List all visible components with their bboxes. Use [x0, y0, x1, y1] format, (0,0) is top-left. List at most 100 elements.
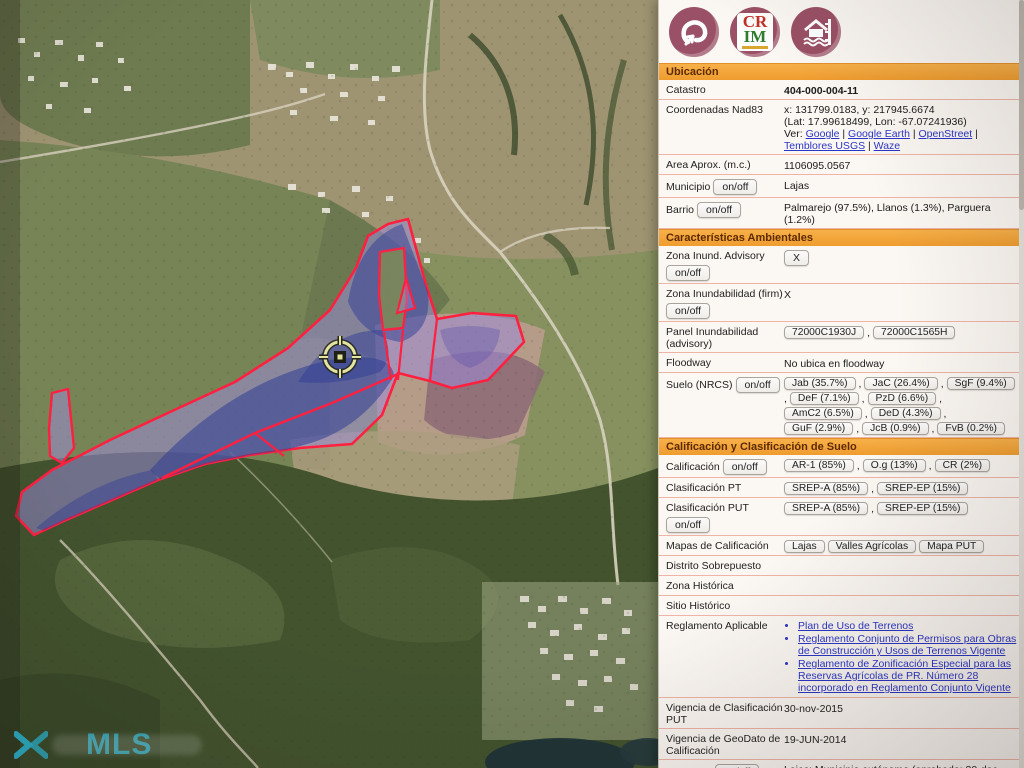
calificacion-code-button[interactable]: O.g (13%)	[863, 459, 926, 472]
crim-im-text: IM	[744, 30, 767, 44]
zona-advisory-x-button[interactable]: X	[784, 250, 809, 266]
external-map-link[interactable]: Temblores USGS	[784, 140, 865, 152]
soil-code-button[interactable]: AmC2 (6.5%)	[784, 407, 862, 420]
coords-latlon: (Lat: 17.99618499, Lon: -67.07241936)	[784, 116, 1018, 128]
row-reglamento: Reglamento Aplicable Plan de Uso de Terr…	[659, 616, 1024, 698]
ver-links: Google | Google Earth | OpenStreet | Tem…	[784, 128, 978, 152]
calificacion-code-button[interactable]: CR (2%)	[935, 459, 990, 472]
clasificacion-put-button[interactable]: SREP-EP (15%)	[877, 502, 968, 515]
soil-code-button[interactable]: DeD (4.3%)	[871, 407, 941, 420]
row-barrio: Barrio on/off Palmarejo (97.5%), Llanos …	[659, 198, 1024, 229]
row-distrito: Distrito Sobrepuesto	[659, 556, 1024, 576]
municipio-toggle-button[interactable]: on/off	[713, 179, 757, 195]
barrio-value: Palmarejo (97.5%), Llanos (1.3%), Pargue…	[784, 200, 1018, 226]
catastro-value: 404-000-004-11	[784, 82, 1018, 97]
suelo-toggle-button[interactable]: on/off	[736, 377, 780, 393]
sitio-historico-label: Sitio Histórico	[666, 598, 784, 612]
zona-advisory-toggle-button[interactable]: on/off	[666, 265, 710, 281]
app-window: MLS CR IM	[0, 0, 1024, 768]
map-document-button[interactable]: Valles Agrícolas	[828, 540, 917, 553]
soil-code-button[interactable]: JcB (0.9%)	[862, 422, 928, 435]
soil-code-button[interactable]: DeF (7.1%)	[790, 392, 859, 405]
barrio-label: Barrio	[666, 204, 694, 216]
vigencia-geodato-label: Vigencia de GeoDato de Calificación	[666, 731, 784, 757]
suelo-label: Suelo (NRCS)	[666, 379, 733, 391]
zona-firm-label: Zona Inundabilidad (firm)	[666, 288, 783, 300]
row-sitio-historico: Sitio Histórico	[659, 596, 1024, 616]
clasificacion-pt-button[interactable]: SREP-A (85%)	[784, 482, 868, 495]
mls-logo-icon	[14, 730, 48, 760]
coords-xy: x: 131799.0183, y: 217945.6674	[784, 104, 1018, 116]
reglamento-links: Plan de Uso de TerrenosReglamento Conjun…	[784, 620, 1018, 694]
reglamento-label: Reglamento Aplicable	[666, 618, 784, 632]
external-map-link[interactable]: OpenStreet	[918, 128, 972, 140]
map-document-button[interactable]: Lajas	[784, 540, 825, 553]
row-floodway: Floodway No ubica en floodway	[659, 353, 1024, 373]
external-map-link[interactable]: Waze	[874, 140, 900, 152]
clasificacion-put-button[interactable]: SREP-A (85%)	[784, 502, 868, 515]
map-canvas[interactable]: MLS	[0, 0, 658, 768]
section-header-ambientales: Características Ambientales	[659, 229, 1024, 246]
floodway-label: Floodway	[666, 355, 784, 369]
reglamento-link[interactable]: Reglamento Conjunto de Permisos para Obr…	[798, 633, 1018, 657]
permits-logo-icon[interactable]	[669, 7, 719, 57]
flood-panel-button[interactable]: 72000C1930J	[784, 326, 864, 339]
row-vigencia-put: Vigencia de Clasificación PUT 30-nov-201…	[659, 698, 1024, 729]
ver-prefix: Ver:	[784, 128, 803, 140]
clasificacion-put-values: SREP-A (85%) , SREP-EP (15%)	[784, 500, 1018, 515]
soil-code-button[interactable]: GuF (2.9%)	[784, 422, 853, 435]
reglamento-link[interactable]: Plan de Uso de Terrenos	[798, 620, 1018, 632]
soil-code-button[interactable]: JaC (26.4%)	[864, 377, 937, 390]
row-panel-inundabilidad: Panel Inundabilidad (advisory) 72000C193…	[659, 322, 1024, 353]
coordenadas-label: Coordenadas Nad83	[666, 102, 784, 116]
row-mapas: Mapas de Calificación Lajas Valles Agríc…	[659, 536, 1024, 556]
watermark-blur-text	[52, 735, 202, 755]
vigencia-geodato-value: 19-JUN-2014	[784, 731, 1018, 746]
row-municipio: Municipio on/off Lajas	[659, 175, 1024, 198]
row-calificacion: Calificación on/off AR-1 (85%) , O.g (13…	[659, 455, 1024, 478]
info-panel: CR IM Ubicación Catastro 404-000	[658, 0, 1024, 768]
soil-code-button[interactable]: PzD (6.6%)	[868, 392, 937, 405]
area-label: Area Aprox. (m.c.)	[666, 157, 784, 171]
zona-historica-label: Zona Histórica	[666, 578, 784, 592]
row-clasificacion-put: Clasificación PUT on/off SREP-A (85%) , …	[659, 498, 1024, 536]
status-pt-toggle-button[interactable]: on/off	[715, 764, 759, 768]
external-map-link[interactable]: Google	[806, 128, 840, 140]
clasificacion-pt-button[interactable]: SREP-EP (15%)	[877, 482, 968, 495]
flood-panel-button[interactable]: 72000C1565H	[873, 326, 955, 339]
soil-code-button[interactable]: SgF (9.4%)	[947, 377, 1015, 390]
row-clasificacion-pt: Clasificación PT SREP-A (85%) , SREP-EP …	[659, 478, 1024, 498]
row-coordenadas: Coordenadas Nad83 x: 131799.0183, y: 217…	[659, 100, 1024, 155]
row-vigencia-geodato: Vigencia de GeoDato de Calificación 19-J…	[659, 729, 1024, 760]
row-zona-advisory: Zona Inund. Advisory on/off X	[659, 246, 1024, 284]
ver-links-line: Ver: Google | Google Earth | OpenStreet …	[784, 128, 1018, 152]
barrio-toggle-button[interactable]: on/off	[697, 202, 741, 218]
calificacion-code-button[interactable]: AR-1 (85%)	[784, 459, 854, 472]
mapas-values: Lajas Valles Agrícolas Mapa PUT	[784, 538, 1018, 553]
zona-historica-value	[784, 578, 1018, 593]
map-document-button[interactable]: Mapa PUT	[919, 540, 984, 553]
soil-code-button[interactable]: FvB (0.2%)	[937, 422, 1005, 435]
panel-inundabilidad-values: 72000C1930J , 72000C1565H	[784, 324, 1018, 339]
panel-inundabilidad-label: Panel Inundabilidad (advisory)	[666, 324, 784, 350]
crim-logo-icon[interactable]: CR IM	[730, 7, 780, 57]
suelo-values: Jab (35.7%) , JaC (26.4%) , SgF (9.4%) ,…	[784, 375, 1018, 435]
area-value: 1106095.0567	[784, 157, 1018, 172]
reglamento-link[interactable]: Reglamento de Zonificación Especial para…	[798, 658, 1018, 694]
zona-advisory-label: Zona Inund. Advisory	[666, 250, 765, 262]
external-map-link[interactable]: Google Earth	[848, 128, 910, 140]
flood-zone-logo-icon[interactable]	[791, 7, 841, 57]
clasificacion-pt-values: SREP-A (85%) , SREP-EP (15%)	[784, 480, 1018, 495]
mapas-label: Mapas de Calificación	[666, 538, 784, 552]
clasificacion-put-toggle-button[interactable]: on/off	[666, 517, 710, 533]
soil-code-button[interactable]: Jab (35.7%)	[784, 377, 856, 390]
calificacion-toggle-button[interactable]: on/off	[723, 459, 767, 475]
header-logo-row: CR IM	[659, 0, 1024, 63]
calificacion-values: AR-1 (85%) , O.g (13%) , CR (2%)	[784, 457, 1018, 472]
zona-firm-value: X	[784, 286, 1018, 301]
zona-firm-toggle-button[interactable]: on/off	[666, 303, 710, 319]
panel-scrollbar[interactable]	[1019, 0, 1024, 768]
scrollbar-thumb[interactable]	[1019, 0, 1024, 210]
row-zona-firm: Zona Inundabilidad (firm) on/off X	[659, 284, 1024, 322]
watermark: MLS	[14, 728, 152, 762]
